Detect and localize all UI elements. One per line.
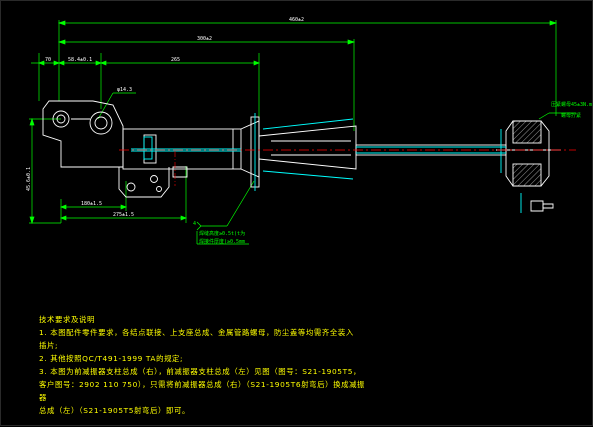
callout-nut: 螺母拧紧 xyxy=(561,112,581,119)
dim-top-right: 265 xyxy=(171,57,180,63)
weld-symbol: 4 xyxy=(193,221,196,227)
dimension-lines xyxy=(29,20,576,245)
weld-note-2: 焊接件厚度)≥0.5mm xyxy=(199,238,245,245)
cyan-parts xyxy=(131,113,522,213)
dim-top-mid: 58.4±0.1 xyxy=(68,57,92,63)
technical-notes: 技术要求及说明 1. 本图配件零件要求，各结点联接、上支座总成、金属管路螺母，防… xyxy=(39,313,369,417)
dimension-labels: 460±2 300±2 70 58.4±0.1 265 φ14.3 45.6±0… xyxy=(26,17,304,218)
notes-line-4: 3. 本图为前减振器支柱总成（右），前减振器支柱总成（左）见图（图号：S21-1… xyxy=(39,367,361,376)
notes-line-5: 客户图号：2902 110 750），只需将前减振器总成（右）（S21-1905… xyxy=(39,380,366,402)
dim-diameter: φ14.3 xyxy=(117,87,132,93)
callout-torque: 压紧螺母45±3N.m xyxy=(551,101,592,108)
weld-note-1: 焊缝高度≥0.5t(t为 xyxy=(199,230,245,237)
notes-line-1: 1. 本图配件零件要求，各结点联接、上支座总成、金属管路螺母，防尘盖等均需齐全装… xyxy=(39,328,354,337)
dim-overall: 460±2 xyxy=(289,17,304,23)
notes-line-6: 总成（左）（S21-1905T5射弯后）即可。 xyxy=(39,406,190,415)
dim-height: 45.6±0.1 xyxy=(26,167,32,191)
dim-bottom-1: 180±1.5 xyxy=(81,201,102,207)
notes-line-3: 2. 其他按照QC/T491-1999 TA的规定; xyxy=(39,354,184,363)
dim-top-left: 70 xyxy=(45,57,51,63)
drawing-canvas[interactable]: 460±2 300±2 70 58.4±0.1 265 φ14.3 45.6±0… xyxy=(0,0,593,426)
notes-title: 技术要求及说明 xyxy=(39,315,95,324)
dim-middle: 300±2 xyxy=(197,36,212,42)
strut-body xyxy=(42,100,561,212)
dim-bottom-2: 275±1.5 xyxy=(113,212,134,218)
notes-line-2: 插片; xyxy=(39,341,59,350)
